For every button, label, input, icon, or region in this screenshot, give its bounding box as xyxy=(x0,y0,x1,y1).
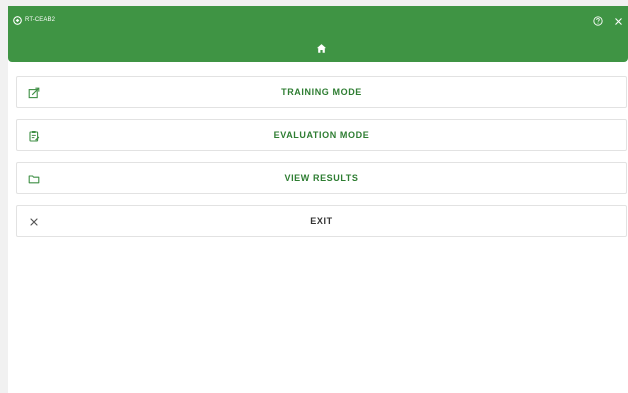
evaluation-mode-button[interactable]: EVALUATION MODE xyxy=(16,119,627,151)
close-icon xyxy=(614,17,623,26)
home-button[interactable] xyxy=(314,43,328,57)
home-icon xyxy=(316,41,327,59)
app-header: RT-CEAB2 xyxy=(8,6,628,62)
evaluation-mode-label: EVALUATION MODE xyxy=(273,130,370,140)
view-results-button[interactable]: VIEW RESULTS xyxy=(16,162,627,194)
help-circle-icon xyxy=(593,16,603,26)
help-button[interactable] xyxy=(592,15,604,27)
app-logo-icon xyxy=(13,15,22,25)
close-button[interactable] xyxy=(612,15,624,27)
training-mode-label: TRAINING MODE xyxy=(281,87,362,97)
app-title: RT-CEAB2 xyxy=(25,17,56,23)
main-menu: TRAINING MODE EVALUATION MODE VIEW RESUL… xyxy=(16,76,627,248)
training-mode-button[interactable]: TRAINING MODE xyxy=(16,76,627,108)
app-window: RT-CEAB2 TRAINING MODE EVALUATION MODE V… xyxy=(8,6,628,393)
exit-label: EXIT xyxy=(310,216,333,226)
exit-button[interactable]: EXIT xyxy=(16,205,627,237)
view-results-label: VIEW RESULTS xyxy=(284,173,359,183)
app-brand: RT-CEAB2 xyxy=(13,14,55,26)
